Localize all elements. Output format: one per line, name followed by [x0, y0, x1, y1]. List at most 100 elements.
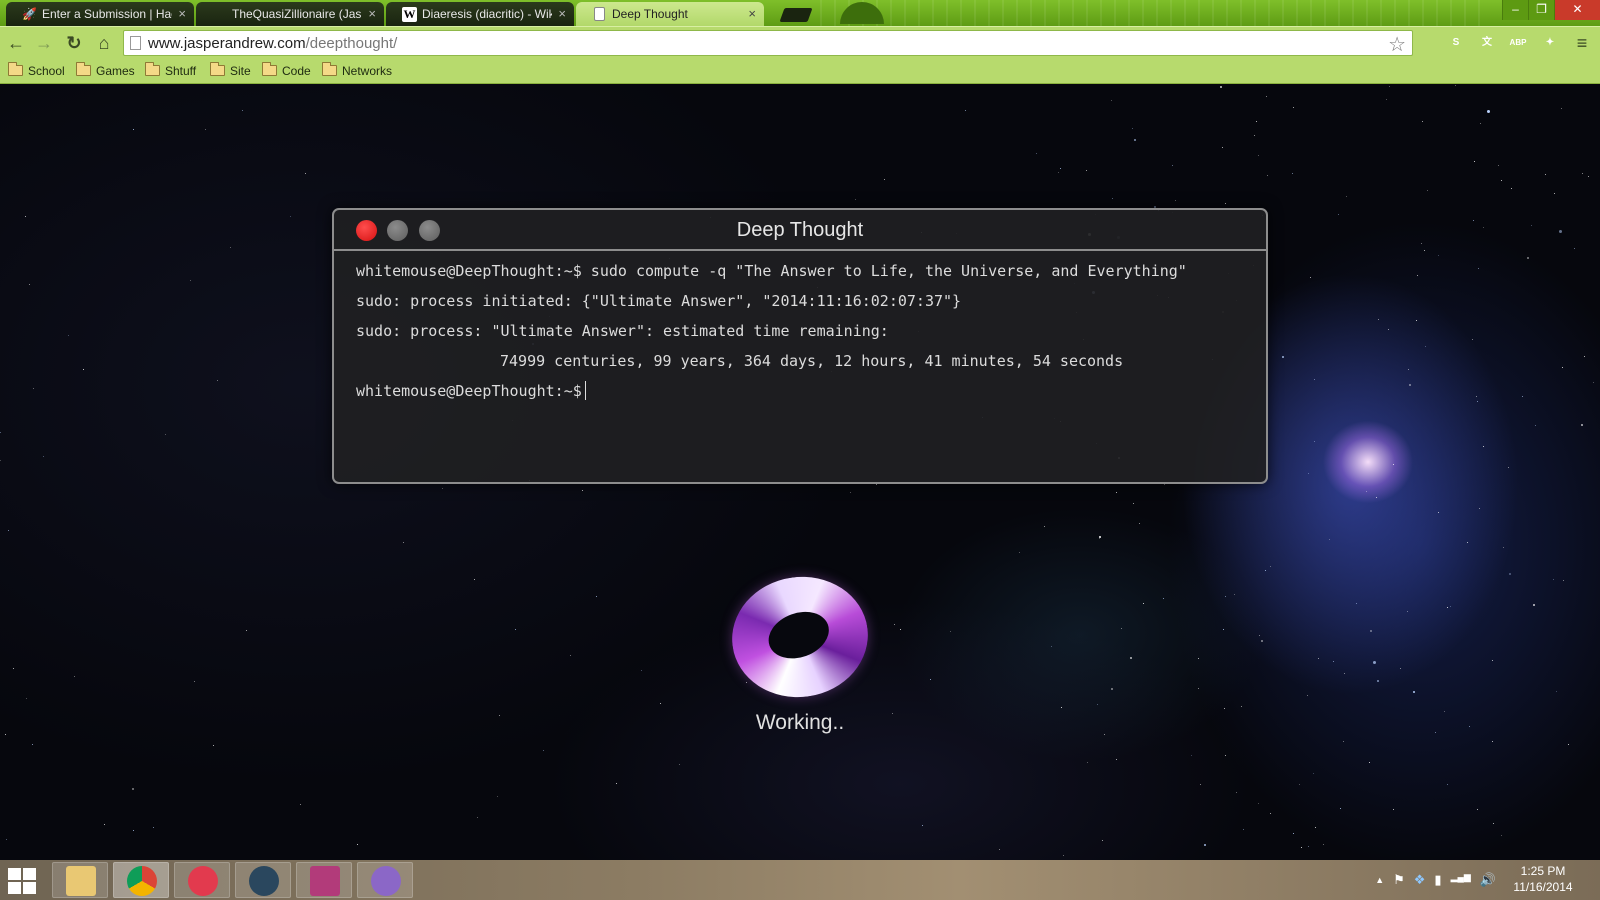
power-icon[interactable]: ▮ [1434, 872, 1441, 888]
folder-icon [8, 62, 23, 76]
star [0, 460, 1, 461]
terminal-window: Deep Thought whitemouse@DeepThought:~$ s… [332, 208, 1268, 484]
star [1225, 203, 1226, 204]
window-controls: – ❐ ✕ [1502, 0, 1600, 20]
star [1393, 464, 1394, 465]
bookmark-label: Games [96, 64, 135, 78]
back-button[interactable]: ← [4, 31, 28, 55]
home-button[interactable]: ⌂ [92, 31, 116, 55]
steam-icon [249, 866, 279, 896]
bookmark-folder-site[interactable]: Site [210, 62, 251, 80]
star [1266, 96, 1267, 97]
star [1243, 829, 1244, 830]
taskbar-file-explorer[interactable] [52, 862, 108, 898]
star [1310, 277, 1311, 278]
star [1323, 844, 1324, 845]
star [1492, 741, 1493, 742]
star [876, 484, 877, 485]
clock-date: 11/16/2014 [1513, 880, 1573, 894]
page-icon [594, 7, 605, 21]
close-tab-icon[interactable]: × [178, 2, 186, 26]
star [582, 490, 583, 491]
maximize-button[interactable]: ❐ [1528, 0, 1554, 20]
star [242, 110, 243, 111]
taskbar-github[interactable] [357, 862, 413, 898]
taskbar-game-app[interactable] [296, 862, 352, 898]
bookmark-label: Networks [342, 64, 393, 78]
star [132, 788, 134, 790]
action-center-flag-icon[interactable]: ⚑ [1393, 872, 1405, 888]
star [1282, 356, 1284, 358]
close-window-button[interactable]: ✕ [1554, 0, 1600, 20]
star [1377, 680, 1379, 682]
minimize-button[interactable]: – [1502, 0, 1528, 20]
folder-icon [322, 62, 337, 76]
show-hidden-icons-button[interactable]: ▲ [1375, 872, 1384, 888]
puzzle-extension-icon[interactable]: ✦ [1540, 33, 1560, 53]
star [641, 670, 642, 671]
star [1051, 646, 1052, 647]
star [1422, 121, 1423, 122]
star [1036, 153, 1037, 154]
star [1483, 227, 1484, 228]
bookmark-folder-shtuff[interactable]: Shtuff [145, 62, 196, 80]
tab-deep-thought[interactable]: Deep Thought × [576, 2, 764, 26]
tab-diaeresis-wikipedia[interactable]: W Diaeresis (diacritic) - Wiki × [386, 2, 574, 26]
s-extension-icon[interactable]: S [1446, 33, 1466, 53]
github-icon [371, 866, 401, 896]
taskbar-steam[interactable] [235, 862, 291, 898]
star [1421, 243, 1422, 244]
star [1476, 396, 1477, 397]
star [1087, 762, 1088, 763]
star [1416, 320, 1417, 321]
star [1444, 711, 1445, 712]
star [1501, 180, 1502, 181]
close-tab-icon[interactable]: × [748, 2, 756, 26]
new-tab-button[interactable] [779, 8, 813, 22]
star [1493, 823, 1494, 824]
star [1172, 165, 1173, 166]
tab-hackathon-submission[interactable]: 🚀 Enter a Submission | Hack × [6, 2, 194, 26]
bookmark-folder-school[interactable]: School [8, 62, 65, 80]
bookmark-folder-games[interactable]: Games [76, 62, 135, 80]
star [1409, 384, 1411, 386]
close-tab-icon[interactable]: × [368, 2, 376, 26]
volume-icon[interactable]: 🔊 [1480, 872, 1496, 888]
game-app-icon [310, 866, 340, 896]
star [1270, 566, 1271, 567]
translate-extension-icon[interactable]: 文 [1477, 33, 1497, 53]
bookmark-label: Site [230, 64, 251, 78]
taskbar-itunes[interactable] [174, 862, 230, 898]
bookmark-folder-code[interactable]: Code [262, 62, 311, 80]
bookmark-star-icon[interactable]: ☆ [1388, 32, 1406, 57]
star [1198, 688, 1199, 689]
taskbar-chrome[interactable] [113, 862, 169, 898]
network-icon[interactable]: ▂▄▆ [1451, 872, 1471, 888]
address-bar[interactable]: www.jasperandrew.com/deepthought/ ☆ [123, 30, 1413, 56]
star [1222, 147, 1223, 148]
windows-start-button[interactable] [8, 868, 36, 894]
close-tab-icon[interactable]: × [558, 2, 566, 26]
reload-button[interactable]: ↻ [62, 31, 86, 55]
tab-thequasizillionaire[interactable]: TheQuasiZillionaire (Jaspe × [196, 2, 384, 26]
forward-button[interactable]: → [32, 31, 56, 55]
star [1501, 835, 1502, 836]
bookmark-folder-networks[interactable]: Networks [322, 62, 392, 80]
system-clock[interactable]: 1:25 PM 11/16/2014 [1500, 863, 1586, 895]
star [1344, 673, 1345, 674]
star [1104, 734, 1105, 735]
star [1559, 230, 1562, 233]
chrome-menu-icon[interactable]: ≡ [1570, 31, 1594, 55]
star [1447, 607, 1448, 608]
star [1338, 214, 1339, 215]
star [1191, 755, 1192, 756]
star [1450, 606, 1451, 607]
terminal-output[interactable]: whitemouse@DeepThought:~$ sudo compute -… [356, 260, 1250, 410]
terminal-prompt-line[interactable]: whitemouse@DeepThought:~$ [356, 380, 1250, 410]
dropbox-icon[interactable]: ❖ [1414, 872, 1426, 888]
star [1588, 176, 1589, 177]
itunes-icon [188, 866, 218, 896]
adblock-plus-icon[interactable]: ABP [1508, 33, 1528, 53]
terminal-line: whitemouse@DeepThought:~$ sudo compute -… [356, 262, 1187, 280]
star [1258, 803, 1259, 804]
